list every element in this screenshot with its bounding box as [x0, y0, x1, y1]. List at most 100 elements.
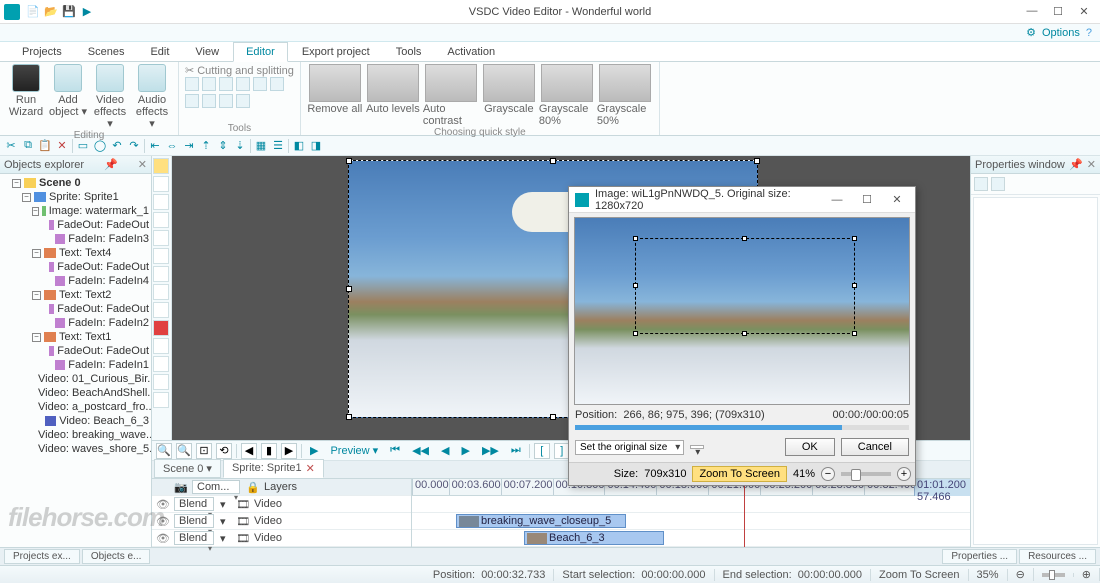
- timeline-tab-sprite1[interactable]: Sprite: Sprite1✕: [223, 459, 324, 478]
- maximize-icon[interactable]: ☐: [1052, 5, 1064, 18]
- misc1-icon[interactable]: ◧: [292, 139, 306, 153]
- tab-projects[interactable]: Projects: [10, 43, 74, 61]
- tab-tools[interactable]: Tools: [384, 43, 434, 61]
- tree-item[interactable]: Video: 01_Curious_Bir...: [32, 372, 149, 386]
- tree-item[interactable]: FadeOut: FadeOut: [42, 260, 149, 274]
- tree-item[interactable]: Video: Beach_6_3: [32, 414, 149, 428]
- preview-dropdown[interactable]: Preview ▾: [326, 444, 382, 457]
- dialog-close-icon[interactable]: ✕: [885, 193, 909, 206]
- tree-item[interactable]: −Image: watermark_1: [32, 204, 149, 218]
- tool-btn[interactable]: [236, 77, 250, 91]
- style-remove-all[interactable]: Remove all: [307, 64, 363, 115]
- align-center-icon[interactable]: ⇔: [165, 139, 179, 153]
- clip-beach[interactable]: Beach_6_3: [524, 531, 664, 545]
- style-auto-levels[interactable]: Auto levels: [365, 64, 421, 115]
- tree-item[interactable]: −Text: Text1: [32, 330, 149, 344]
- minimize-icon[interactable]: —: [1026, 5, 1038, 18]
- dialog-zoom-fit-button[interactable]: Zoom To Screen: [692, 466, 787, 482]
- qat-play-icon[interactable]: ▶: [80, 5, 94, 19]
- tab-export[interactable]: Export project: [290, 43, 382, 61]
- tab-view[interactable]: View: [183, 43, 231, 61]
- prop-sort-icon[interactable]: [974, 177, 988, 191]
- misc2-icon[interactable]: ◨: [309, 139, 323, 153]
- video-effects-button[interactable]: Videoeffects ▾: [90, 64, 130, 130]
- paste-icon[interactable]: 📋: [38, 139, 52, 153]
- dialog-zoom-in[interactable]: +: [897, 467, 911, 481]
- tree-item[interactable]: FadeOut: FadeOut: [42, 218, 149, 232]
- video-tool-icon[interactable]: [153, 338, 169, 354]
- align-middle-icon[interactable]: ⇕: [216, 139, 230, 153]
- help-icon[interactable]: ?: [1086, 27, 1092, 39]
- dialog-zoom-out[interactable]: −: [821, 467, 835, 481]
- visibility-toggle[interactable]: 👁: [156, 532, 168, 545]
- blend-mode-dropdown[interactable]: Blend: [174, 514, 214, 528]
- align-bottom-icon[interactable]: ⇣: [233, 139, 247, 153]
- animation-tool-icon[interactable]: [153, 392, 169, 408]
- line-tool-icon[interactable]: [153, 194, 169, 210]
- marker-tool-icon[interactable]: [153, 284, 169, 300]
- shape-circle-icon[interactable]: ◯: [93, 139, 107, 153]
- align-right-icon[interactable]: ⇥: [182, 139, 196, 153]
- zoom-fit-icon[interactable]: ⊡: [196, 443, 212, 459]
- bottom-tab-objects[interactable]: Objects e...: [82, 549, 151, 564]
- tool-btn[interactable]: [270, 77, 284, 91]
- set-original-size-dropdown[interactable]: Set the original size: [575, 440, 684, 455]
- tree-item[interactable]: Video: waves_shore_5...: [32, 442, 149, 456]
- tool-btn[interactable]: [253, 77, 267, 91]
- qat-open-icon[interactable]: 📂: [44, 5, 58, 19]
- cancel-button[interactable]: Cancel: [841, 438, 909, 456]
- shape-rect-icon[interactable]: ▭: [76, 139, 90, 153]
- close-icon[interactable]: ✕: [1078, 5, 1090, 18]
- delete-icon[interactable]: ✕: [55, 139, 69, 153]
- layer-icon[interactable]: ▦: [254, 139, 268, 153]
- qat-save-icon[interactable]: 💾: [62, 5, 76, 19]
- pin-icon[interactable]: 📌: [104, 158, 118, 171]
- dialog-progress[interactable]: [575, 425, 909, 430]
- dialog-maximize-icon[interactable]: ☐: [855, 193, 879, 206]
- curve-tool-icon[interactable]: [153, 248, 169, 264]
- set-original-size-split[interactable]: [690, 445, 704, 449]
- text-tool-icon[interactable]: [153, 176, 169, 192]
- align-left-icon[interactable]: ⇤: [148, 139, 162, 153]
- bottom-tab-properties[interactable]: Properties ...: [942, 549, 1017, 564]
- tool-btn[interactable]: [185, 77, 199, 91]
- counter-tool-icon[interactable]: [153, 320, 169, 336]
- split-icon[interactable]: ▮: [261, 443, 277, 459]
- rect-tool-icon[interactable]: [153, 212, 169, 228]
- panel-close-icon[interactable]: ✕: [138, 158, 147, 171]
- redo-icon[interactable]: ↷: [127, 139, 141, 153]
- tree-item[interactable]: FadeIn: FadeIn4: [42, 274, 149, 288]
- tree-item[interactable]: FadeIn: FadeIn2: [42, 316, 149, 330]
- prop-cat-icon[interactable]: [991, 177, 1005, 191]
- style-grayscale80[interactable]: Grayscale 80%: [539, 64, 595, 127]
- dialog-preview[interactable]: [574, 217, 910, 405]
- tab-close-icon[interactable]: ✕: [306, 462, 315, 475]
- dialog-zoom-slider[interactable]: [841, 472, 891, 476]
- prev-frame-icon[interactable]: ◀◀: [408, 444, 433, 457]
- clip-breaking-wave[interactable]: breaking_wave_closeup_5: [456, 514, 626, 528]
- compositing-dropdown[interactable]: Com...: [192, 480, 240, 494]
- style-grayscale50[interactable]: Grayscale 50%: [597, 64, 653, 127]
- copy-icon[interactable]: ⧉: [21, 139, 35, 153]
- arrow-left-icon[interactable]: ◀: [241, 443, 257, 459]
- arrow-right-icon[interactable]: ▶: [281, 443, 297, 459]
- tool-btn[interactable]: [202, 77, 216, 91]
- audio-tool-icon[interactable]: [153, 374, 169, 390]
- crop-rect[interactable]: [635, 238, 855, 334]
- pin-icon[interactable]: 📌: [1069, 158, 1083, 171]
- tree-item[interactable]: −Text: Text4: [32, 246, 149, 260]
- zoom-in-icon[interactable]: 🔍: [156, 443, 172, 459]
- audio-effects-button[interactable]: Audioeffects ▾: [132, 64, 172, 130]
- ellipse-tool-icon[interactable]: [153, 230, 169, 246]
- tool-btn[interactable]: [236, 94, 250, 108]
- zoom-100-icon[interactable]: ⟲: [216, 443, 232, 459]
- zoom-in-btn[interactable]: ⊕: [1074, 568, 1100, 581]
- run-wizard-button[interactable]: RunWizard: [6, 64, 46, 118]
- zoom-to-screen-button[interactable]: Zoom To Screen: [871, 569, 969, 581]
- blend-mode-dropdown[interactable]: Blend: [174, 531, 214, 545]
- style-grayscale[interactable]: Grayscale: [481, 64, 537, 115]
- tab-scenes[interactable]: Scenes: [76, 43, 137, 61]
- chart-tool-icon[interactable]: [153, 302, 169, 318]
- mark-in-icon[interactable]: [: [534, 443, 550, 459]
- tree-item[interactable]: −Text: Text2: [32, 288, 149, 302]
